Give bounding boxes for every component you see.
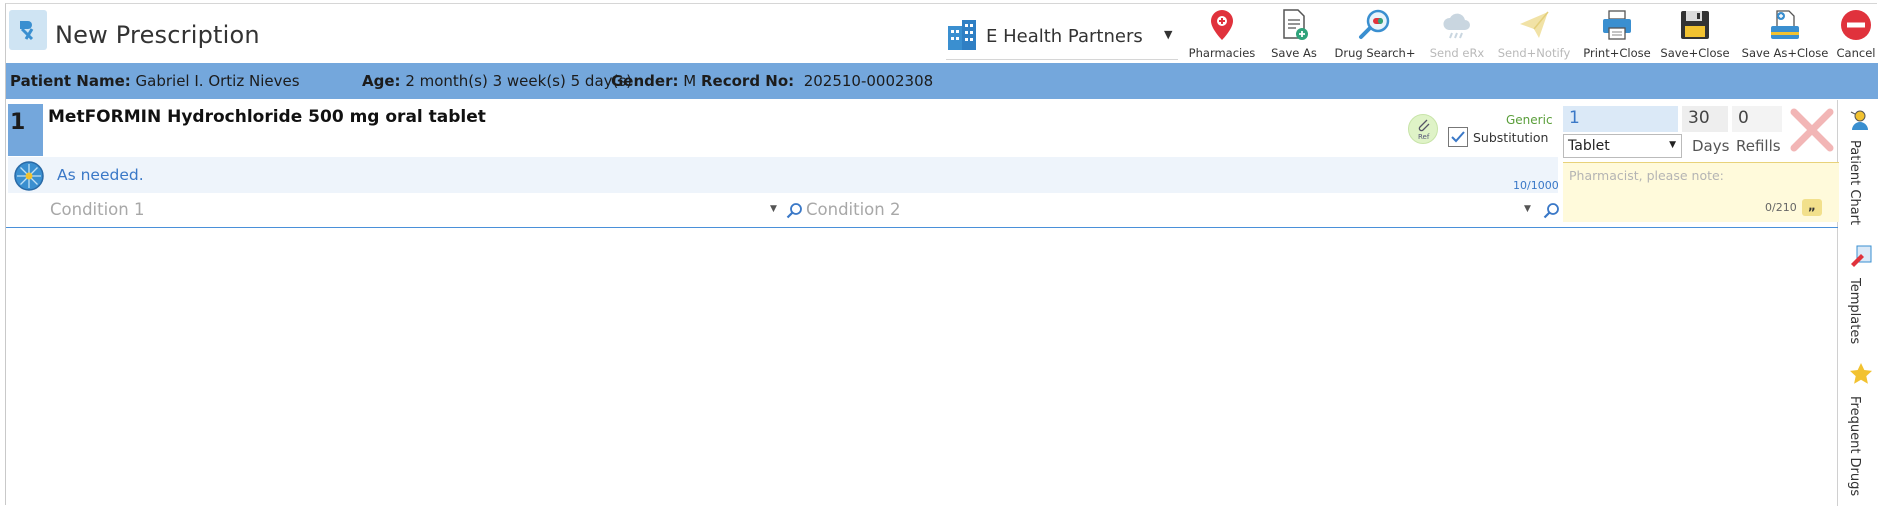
pharmacies-button[interactable]: Pharmacies: [1188, 4, 1256, 62]
save-as-button[interactable]: Save As: [1264, 4, 1324, 62]
delete-prescription-icon[interactable]: [1788, 106, 1836, 154]
save-close-button[interactable]: Save+Close: [1660, 4, 1730, 62]
send-erx-button[interactable]: Send eRx: [1426, 4, 1488, 62]
cancel-button[interactable]: Cancel: [1834, 4, 1878, 62]
chevron-down-icon: ▼: [770, 204, 777, 214]
search-icon[interactable]: [1542, 202, 1560, 220]
sig-char-count: 10/1000: [1513, 179, 1559, 192]
tray-add-icon: [1771, 10, 1799, 39]
map-pin-icon: [1211, 10, 1233, 40]
condition-1-dropdown[interactable]: Condition 1 ▼: [50, 200, 777, 224]
chevron-down-icon: ▼: [1164, 28, 1173, 41]
templates-tab[interactable]: Templates: [1840, 244, 1878, 354]
patient-gender: Gender: M: [611, 72, 697, 90]
patient-info-bar: Patient Name: Gabriel I. Ortiz Nieves Ag…: [6, 63, 1878, 99]
search-icon[interactable]: [785, 202, 803, 220]
patient-chart-tab[interactable]: Patient Chart: [1840, 108, 1878, 228]
patient-age: Age: 2 month(s) 3 week(s) 5 day(s): [362, 72, 633, 90]
prescription-window: New Prescription E Health Partners ▼ Pha…: [5, 3, 1878, 506]
refills-input[interactable]: 0: [1732, 106, 1782, 132]
substitution-checkbox[interactable]: [1448, 127, 1468, 147]
printer-icon: [1603, 10, 1631, 40]
patient-record-number: Record No: 202510-0002308: [701, 72, 934, 90]
floppy-disk-icon: [1681, 11, 1709, 39]
organization-dropdown[interactable]: E Health Partners ▼: [946, 16, 1178, 60]
patient-chart-icon: [1850, 110, 1868, 130]
chevron-down-icon: ▼: [1524, 204, 1531, 214]
frequent-drugs-tab[interactable]: Frequent Drugs: [1840, 362, 1878, 502]
quantity-input[interactable]: 1: [1563, 106, 1678, 132]
patient-name: Patient Name: Gabriel I. Ortiz Nieves: [10, 72, 300, 90]
prescription-number: 1: [8, 104, 43, 156]
side-panel: Patient Chart Templates Frequent Drugs: [1840, 100, 1878, 506]
pharmacist-note-char-count: 0/210: [1765, 201, 1797, 214]
refills-label: Refills: [1736, 137, 1781, 155]
document-add-icon: [1283, 9, 1308, 40]
templates-icon: [1851, 245, 1872, 267]
cancel-icon: [1841, 10, 1871, 40]
prescription-list: 1 MetFORMIN Hydrochloride 500 mg oral ta…: [6, 100, 1839, 506]
organization-name: E Health Partners: [986, 26, 1143, 47]
pharmacist-note-field[interactable]: Pharmacist, please note: 0/210 „: [1563, 162, 1839, 222]
generic-label: Generic: [1506, 113, 1553, 127]
star-icon: [1850, 363, 1872, 384]
cloud-icon: [1443, 13, 1470, 39]
days-label: Days: [1692, 137, 1730, 155]
paperclip-icon: [1418, 119, 1430, 132]
checkmark-icon: [1451, 131, 1465, 143]
prescription-app-icon: [9, 10, 47, 50]
chevron-down-icon: ▼: [1669, 140, 1676, 150]
pill-wheel-icon: [14, 161, 44, 191]
days-input[interactable]: 30: [1682, 106, 1728, 132]
drug-search-button[interactable]: Drug Search+: [1334, 4, 1416, 62]
save-as-close-button[interactable]: Save As+Close: [1740, 4, 1830, 62]
paper-plane-icon: [1520, 11, 1549, 38]
dosage-unit-select[interactable]: Tablet ▼: [1563, 134, 1682, 158]
drug-name[interactable]: MetFORMIN Hydrochloride 500 mg oral tabl…: [48, 107, 486, 127]
page-title: New Prescription: [55, 21, 260, 49]
header: New Prescription E Health Partners ▼ Pha…: [6, 4, 1878, 62]
substitution-label: Substitution: [1473, 130, 1549, 145]
condition-2-dropdown[interactable]: Condition 2 ▼: [806, 200, 1531, 224]
sig-text[interactable]: As needed.: [57, 166, 144, 184]
print-close-button[interactable]: Print+Close: [1582, 4, 1652, 62]
magnifier-pill-icon: [1359, 9, 1390, 39]
pharmacist-note-placeholder: Pharmacist, please note:: [1569, 168, 1724, 183]
quote-icon[interactable]: „: [1802, 199, 1822, 216]
reference-button[interactable]: Ref: [1408, 114, 1438, 144]
building-icon: [948, 20, 976, 50]
send-notify-button[interactable]: Send+Notify: [1496, 4, 1572, 62]
prescription-item: 1 MetFORMIN Hydrochloride 500 mg oral ta…: [6, 100, 1839, 228]
sig-row[interactable]: As needed. 10/1000: [8, 157, 1559, 193]
